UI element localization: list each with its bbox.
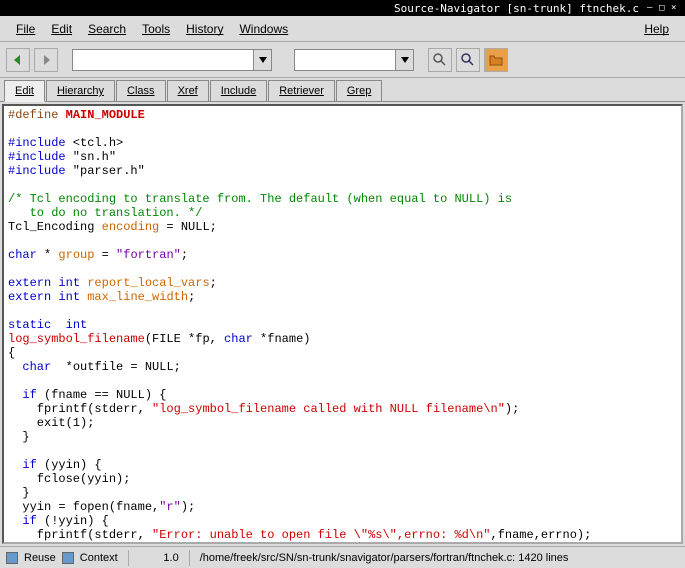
menu-search[interactable]: Search: [80, 18, 134, 40]
arrow-right-icon: [38, 52, 54, 68]
tab-hierarchy[interactable]: Hierarchy: [46, 80, 115, 101]
reuse-label: Reuse: [24, 552, 56, 564]
folder-icon: [488, 52, 504, 68]
menu-windows[interactable]: Windows: [231, 18, 296, 40]
find-button[interactable]: [428, 48, 452, 72]
window-title: Source-Navigator [sn-trunk] ftnchek.c: [394, 2, 639, 15]
search-button[interactable]: [456, 48, 480, 72]
titlebar: Source-Navigator [sn-trunk] ftnchek.c – …: [0, 0, 685, 16]
menu-tools[interactable]: Tools: [134, 18, 178, 40]
menu-help[interactable]: Help: [636, 18, 677, 40]
search-icon: [432, 52, 448, 68]
tab-xref[interactable]: Xref: [167, 80, 209, 101]
magnifier-icon: [460, 52, 476, 68]
tab-edit[interactable]: Edit: [4, 80, 45, 102]
tab-class[interactable]: Class: [116, 80, 166, 101]
context-label: Context: [80, 552, 118, 564]
tab-bar: Edit Hierarchy Class Xref Include Retrie…: [0, 78, 685, 102]
dropdown-icon[interactable]: [395, 50, 413, 70]
tab-include[interactable]: Include: [210, 80, 267, 101]
menubar: File Edit Search Tools History Windows H…: [0, 16, 685, 42]
menu-edit[interactable]: Edit: [43, 18, 80, 40]
symbol-combo[interactable]: [72, 49, 272, 71]
menu-file[interactable]: File: [8, 18, 43, 40]
zoom-level: 1.0: [139, 552, 179, 564]
code-editor[interactable]: #define MAIN_MODULE #include <tcl.h> #in…: [2, 104, 683, 544]
forward-button[interactable]: [34, 48, 58, 72]
minimize-icon[interactable]: –: [647, 3, 657, 13]
arrow-left-icon: [10, 52, 26, 68]
menu-history[interactable]: History: [178, 18, 231, 40]
context-checkbox[interactable]: [62, 552, 74, 564]
tab-grep[interactable]: Grep: [336, 80, 382, 101]
toolbar: [0, 42, 685, 78]
back-button[interactable]: [6, 48, 30, 72]
folder-button[interactable]: [484, 48, 508, 72]
maximize-icon[interactable]: □: [659, 3, 669, 13]
close-icon[interactable]: ×: [671, 3, 681, 13]
reuse-checkbox[interactable]: [6, 552, 18, 564]
filter-combo[interactable]: [294, 49, 414, 71]
tab-retriever[interactable]: Retriever: [268, 80, 335, 101]
dropdown-icon[interactable]: [253, 50, 271, 70]
statusbar: Reuse Context 1.0 /home/freek/src/SN/sn-…: [0, 546, 685, 568]
file-path: /home/freek/src/SN/sn-trunk/snavigator/p…: [200, 552, 569, 564]
